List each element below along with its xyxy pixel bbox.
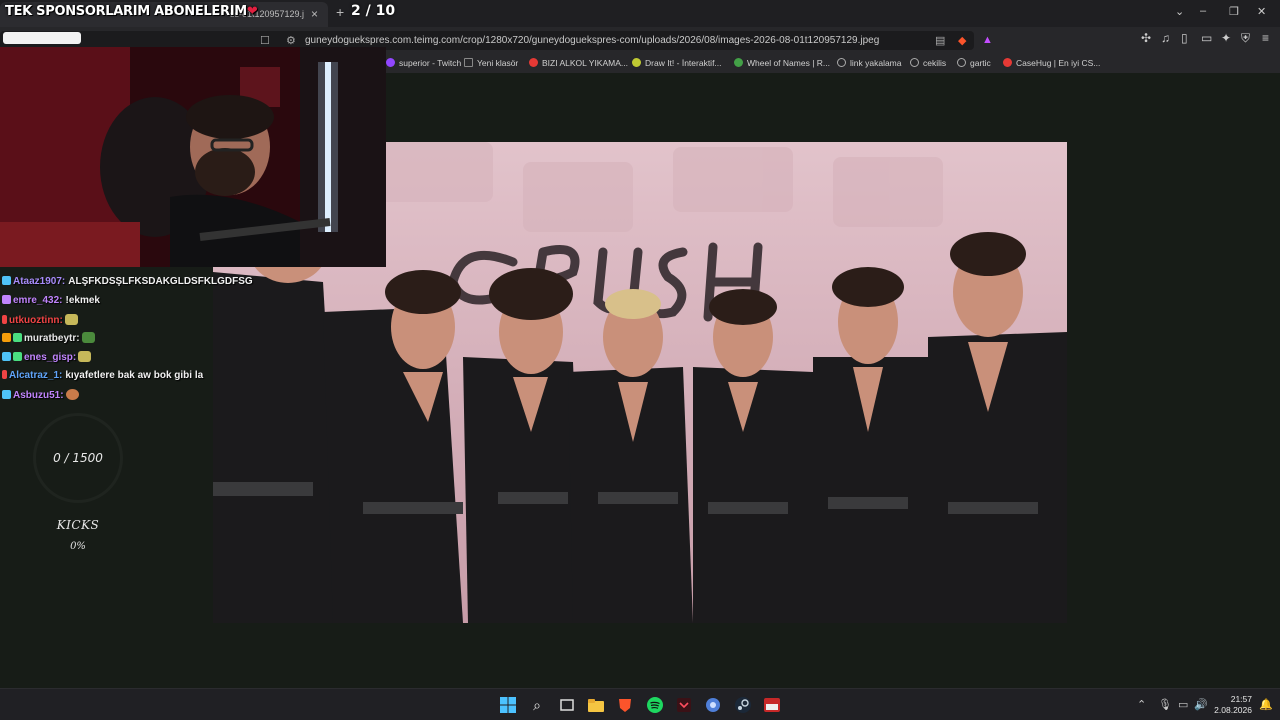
reader-mode-icon[interactable]: ▤ <box>935 34 945 47</box>
subscriber-badge-icon <box>2 389 11 399</box>
close-tab-icon[interactable]: × <box>311 7 318 21</box>
spotify-icon[interactable] <box>646 696 664 714</box>
media-icon[interactable]: ♫ <box>1161 31 1170 45</box>
chat-message: Alcatraz_1: kıyafetlere bak aw bok gibi l… <box>2 369 262 389</box>
folder-icon <box>464 58 473 67</box>
globe-icon <box>910 58 919 67</box>
brave-shield-icon[interactable]: ◆ <box>958 34 966 47</box>
chat-message: Ataaz1907: ALŞFKDSŞLFKSDAKGLDSFKLGDFSG <box>2 276 262 295</box>
globe-icon <box>957 58 966 67</box>
brave-icon[interactable] <box>616 696 634 714</box>
clock-date: 2.08.2026 <box>1214 705 1252 715</box>
blurred-search-field <box>3 32 81 44</box>
crown-badge-icon <box>2 333 11 343</box>
chat-text: !ekmek <box>65 294 100 306</box>
notification-bell-icon[interactable]: 🔔 <box>1259 698 1273 711</box>
menu-icon[interactable]: ≡ <box>1262 31 1269 45</box>
steam-icon[interactable] <box>734 696 752 714</box>
webcam-feed <box>0 47 386 267</box>
chat-username: Ataaz1907: <box>13 276 66 287</box>
chat-overlay: Ataaz1907: ALŞFKDSŞLFKSDAKGLDSFKLGDFSG em… <box>2 276 262 408</box>
chevron-up-icon[interactable]: ⌃ <box>1137 698 1146 711</box>
close-window-icon[interactable]: ✕ <box>1257 5 1266 18</box>
sidebar-icon[interactable]: ▯ <box>1181 31 1188 45</box>
gift-badge-icon <box>13 333 22 343</box>
wheel-icon <box>734 58 743 67</box>
subscriber-badge-icon <box>2 276 11 285</box>
bookmark-item[interactable]: CaseHug | En iyi CS... <box>1003 58 1100 68</box>
clock-time: 21:57 <box>1230 694 1252 704</box>
chat-username: enes_gisp: <box>24 352 77 364</box>
search-icon[interactable]: ⌕ <box>528 696 546 714</box>
brave-rewards-icon[interactable]: ▲ <box>982 34 993 46</box>
chat-text: kıyafetlere bak aw bok gibi la <box>65 369 204 381</box>
emote-icon <box>78 351 92 363</box>
bookmark-item[interactable]: cekilis <box>910 58 946 68</box>
casehug-icon <box>1003 58 1012 67</box>
bookmark-item[interactable]: superior - Twitch <box>386 58 461 68</box>
extensions-icon[interactable]: ✣ <box>1141 31 1151 45</box>
image-counter: 2 / 10 <box>351 3 396 19</box>
goal-count: 0 / 1500 <box>53 451 103 465</box>
editor-icon[interactable] <box>675 696 693 714</box>
kicks-label: KICKS <box>56 518 100 532</box>
bookmark-item[interactable]: Draw It! - İnteraktif... <box>632 58 722 68</box>
kicks-percent: 0% <box>70 541 86 552</box>
sponsor-banner: TEK SPONSORLARIM ABONELERIM❤ <box>5 4 258 19</box>
leo-ai-icon[interactable]: ✦ <box>1221 31 1231 45</box>
app-icon[interactable] <box>704 696 722 714</box>
bookmark-item[interactable]: Yeni klasör <box>464 58 518 68</box>
badge-icon <box>2 314 7 324</box>
chat-text: ALŞFKDSŞLFKSDAKGLDSFKLGDFSG <box>68 276 253 287</box>
bookmark-item[interactable]: link yakalama <box>837 58 902 68</box>
youtube-icon <box>529 58 538 67</box>
draw-it-icon <box>632 58 641 67</box>
chat-username: Asbuzu51: <box>13 389 64 401</box>
gift-badge-icon <box>2 294 11 304</box>
new-tab-button[interactable]: + <box>336 4 344 20</box>
bookmark-icon[interactable]: ☐ <box>260 34 270 47</box>
badge-icon <box>2 369 7 379</box>
bookmark-item[interactable]: Wheel of Names | R... <box>734 58 830 68</box>
chat-username: muratbeytr: <box>24 333 80 345</box>
chat-username: emre_432: <box>13 294 63 306</box>
twitch-icon <box>386 58 395 67</box>
heart-icon: ❤ <box>246 4 258 19</box>
streamer-camera <box>0 47 386 267</box>
globe-icon <box>837 58 846 67</box>
wallet-icon[interactable]: ▭ <box>1201 31 1212 45</box>
obs-icon[interactable] <box>763 696 781 714</box>
volume-icon[interactable]: 🔊 <box>1194 698 1208 711</box>
chat-message: muratbeytr: <box>2 332 262 351</box>
url-text: guneydoguekspres.com.teimg.com/crop/1280… <box>305 35 880 46</box>
subscriber-badge-icon <box>2 352 11 362</box>
microphone-icon[interactable]: 🎙 <box>1158 698 1172 711</box>
maximize-icon[interactable]: ❐ <box>1229 5 1239 18</box>
chat-message: emre_432: !ekmek <box>2 294 262 314</box>
chat-message: utkuoztinn: <box>2 313 262 333</box>
chat-message: Asbuzu51: <box>2 388 262 408</box>
system-clock[interactable]: 21:57 2.08.2026 <box>1208 694 1252 716</box>
chat-username: utkuoztinn: <box>9 314 63 326</box>
windows-icon[interactable] <box>499 696 517 714</box>
windows-taskbar: ⌕ ⌃ 🎙 ▭ 🔊 21:57 2.08.2026 🔔 <box>0 688 1280 720</box>
sponsor-banner-text: TEK SPONSORLARIM ABONELERIM <box>5 4 247 19</box>
vpn-icon[interactable]: ⛨ <box>1241 31 1250 46</box>
minimize-icon[interactable]: – <box>1200 5 1206 17</box>
chat-username: Alcatraz_1: <box>9 369 63 381</box>
task-view-icon[interactable] <box>558 696 576 714</box>
chat-message: enes_gisp: <box>2 351 262 370</box>
emote-icon <box>64 313 78 325</box>
network-icon[interactable]: ▭ <box>1178 698 1188 711</box>
bookmark-item[interactable]: gartic <box>957 58 991 68</box>
bookmark-item[interactable]: BIZI ALKOL YIKAMA... <box>529 58 628 68</box>
tab-list-icon[interactable]: ⌄ <box>1175 5 1184 18</box>
emote-icon <box>81 332 95 344</box>
file-explorer-icon[interactable] <box>587 696 605 714</box>
site-info-icon[interactable]: ⚙ <box>286 34 296 47</box>
gift-badge-icon <box>13 352 22 362</box>
emote-icon <box>65 388 79 400</box>
